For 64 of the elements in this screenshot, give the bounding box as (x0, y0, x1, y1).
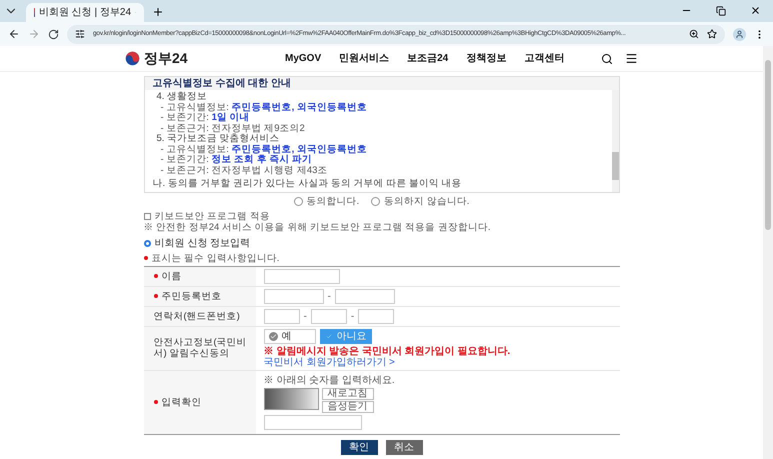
input-field[interactable] (358, 308, 394, 324)
notice-item: - 보존근거: 전자정부법 제9조의2 (160, 124, 306, 134)
section-title: 비회원 신청 정보입력 (154, 238, 250, 248)
notice-item: - 보존기간: 1일 이내 (160, 113, 251, 124)
input-field[interactable] (264, 414, 362, 430)
input-field[interactable] (310, 308, 347, 324)
captcha-button[interactable]: 새로고침 (322, 388, 374, 400)
confirm-button[interactable]: 확인 (340, 440, 378, 454)
notice-heading: 5. 국가보조금 맞춤형서비스 (156, 134, 281, 144)
dash-separator: - (302, 310, 308, 322)
input-field[interactable] (264, 288, 324, 304)
consent-radio[interactable]: 동의하지 않습니다. (371, 196, 470, 206)
nav-link[interactable]: 민원서비스 (339, 53, 390, 64)
nav-link[interactable]: MyGOV (285, 53, 322, 64)
captcha-image (264, 388, 318, 410)
close-window-icon[interactable] (750, 5, 761, 16)
input-field[interactable] (264, 268, 340, 284)
restore-icon[interactable] (716, 6, 726, 16)
field-label: 연락처(핸드폰번호) (154, 310, 240, 322)
check-icon (268, 332, 278, 340)
warning-text: ※ 알림메시지 발송은 국민비서 회원가입이 필요합니다. (264, 346, 510, 356)
new-tab-icon[interactable] (152, 6, 164, 18)
back-icon[interactable] (8, 28, 20, 40)
keyboard-security-checkbox[interactable]: 키보드보안 프로그램 적용 (144, 210, 620, 222)
cancel-button[interactable]: 취소 (386, 440, 422, 454)
site-settings-icon[interactable] (75, 29, 85, 39)
browser-tab[interactable]: 비회원 신청 | 정부24 (26, 3, 144, 22)
notice-heading: 4. 생활정보 (156, 92, 208, 102)
scrollbar[interactable] (612, 90, 618, 192)
notice-subheading: 나. 동의를 거부할 권리가 있다는 사실과 동의 거부에 따른 불이익 내용 (152, 179, 463, 190)
toggle-option[interactable]: 예 (264, 328, 316, 344)
menu-icon[interactable] (625, 52, 638, 65)
reload-icon[interactable] (48, 28, 59, 40)
logo-icon (125, 51, 140, 66)
search-icon[interactable] (601, 52, 613, 64)
field-label: 주민등록번호 (162, 290, 222, 302)
page-scrollbar[interactable] (763, 46, 773, 459)
captcha-instruction: ※ 아래의 숫자를 입력하세요. (264, 374, 395, 386)
nav-link[interactable]: 정책정보 (466, 53, 506, 64)
bookmark-icon[interactable] (707, 29, 717, 39)
logo-text[interactable]: 정부24 (144, 48, 188, 69)
privacy-title: 고유식별정보 수집에 대한 안내 (152, 78, 291, 89)
notice-item: - 보존근거: 전자정부법 시행령 제43조 (160, 166, 328, 176)
nav-link[interactable]: 보조금24 (407, 53, 448, 64)
zoom-icon[interactable] (689, 29, 699, 39)
notice-item: - 고유식별정보: 주민등록번호, 외국인등록번호 (160, 144, 368, 154)
notice-item: - 보존기간: 정보 조회 후 즉시 파기 (160, 155, 312, 166)
notice-item: - 고유식별정보: 주민등록번호, 외국인등록번호 (160, 102, 368, 112)
field-label: 이름 (162, 270, 182, 282)
field-label: 안전사고정보(국민비서) 알림수신동의 (154, 337, 248, 359)
consent-radio[interactable]: 동의합니다. (294, 196, 360, 206)
dash-separator: - (350, 310, 356, 322)
keyboard-security-note: ※ 안전한 정부24 서비스 이용을 위해 키보드보안 프로그램 적용을 권장합니다. (144, 222, 492, 232)
required-note: 표시는 필수 입력사항입니다. (152, 252, 280, 264)
captcha-button[interactable]: 음성듣기 (322, 400, 374, 412)
input-field[interactable] (334, 288, 395, 304)
nav-link[interactable]: 고객센터 (524, 53, 564, 64)
signup-link[interactable]: 국민비서 회원가입하러가기 > (264, 356, 395, 368)
input-field[interactable] (264, 308, 300, 324)
bullet-icon (144, 240, 150, 246)
tab-title: 비회원 신청 | 정부24 (38, 6, 132, 20)
field-label: 입력확인 (162, 396, 202, 408)
profile-icon[interactable] (733, 28, 746, 40)
dash-separator: - (326, 290, 332, 302)
